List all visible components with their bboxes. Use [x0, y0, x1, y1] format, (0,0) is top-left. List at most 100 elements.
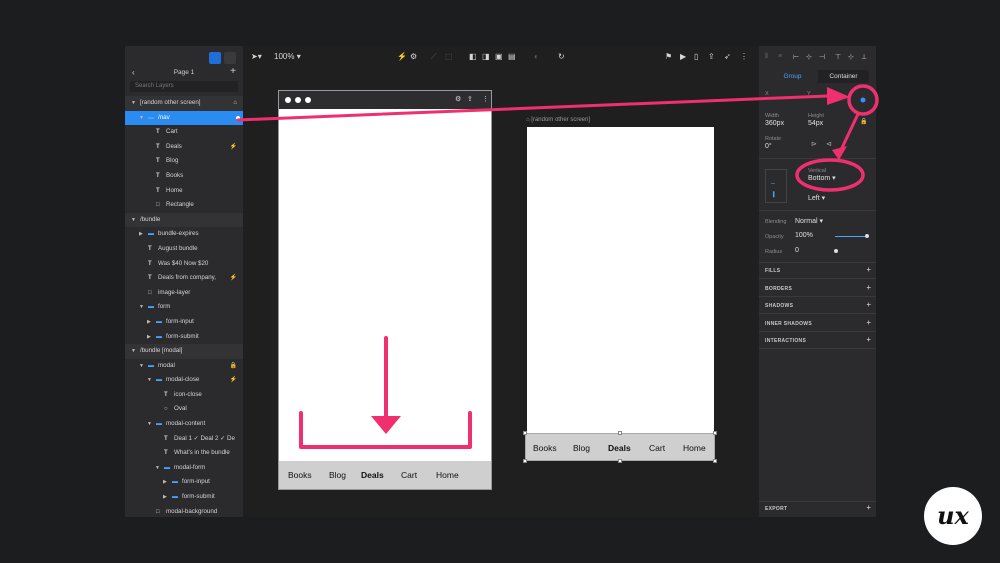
- gear-icon[interactable]: ⚙: [410, 52, 417, 62]
- pin-left-icon[interactable]: –: [771, 180, 775, 187]
- layer-row[interactable]: Ticon-close: [125, 388, 243, 403]
- rocket-icon[interactable]: ➶: [724, 52, 731, 62]
- add-export-icon[interactable]: +: [866, 504, 871, 512]
- resize-handle[interactable]: [618, 459, 622, 463]
- select-tool-icon[interactable]: ➤▾: [251, 52, 262, 62]
- horizontal-constraint-dropdown[interactable]: Left ▾: [808, 194, 825, 202]
- artboard-browser-preview[interactable]: ⚙ ⇪ ⋮ Books Blog Deals Cart Home: [278, 90, 492, 490]
- opacity-slider[interactable]: [835, 236, 867, 237]
- resize-handle[interactable]: [618, 431, 622, 435]
- layer-row[interactable]: □ Rectangle: [125, 198, 243, 213]
- align-center-icon[interactable]: ⊹: [806, 53, 812, 61]
- layer-row[interactable]: T Blog: [125, 154, 243, 169]
- layer-row[interactable]: ○ Oval: [125, 402, 243, 417]
- mask-icon[interactable]: ◐: [534, 52, 539, 62]
- group-icon[interactable]: ▣: [495, 52, 503, 62]
- zoom-level[interactable]: 100% ▾: [274, 52, 301, 62]
- more-menu-icon[interactable]: ⋮: [482, 95, 489, 103]
- artboard-random-other-screen[interactable]: [527, 127, 714, 460]
- bring-forward-icon[interactable]: ◧: [469, 52, 477, 62]
- refresh-icon[interactable]: ↻: [558, 52, 565, 62]
- gear-icon[interactable]: ⚙: [455, 95, 461, 103]
- phone-preview-icon[interactable]: ▯: [694, 52, 698, 62]
- caret-down-icon[interactable]: ▼: [155, 461, 160, 476]
- radius-input[interactable]: 0: [795, 247, 799, 254]
- section-interactions[interactable]: INTERACTIONS: [765, 338, 806, 344]
- layers-toggle-icon[interactable]: [209, 52, 221, 64]
- layer-row[interactable]: ▼ ▬ form: [125, 300, 243, 315]
- rotate-input[interactable]: 0°: [765, 143, 772, 150]
- pin-bottom-icon[interactable]: ▍: [773, 192, 777, 198]
- distribute-icon[interactable]: ≡: [778, 53, 782, 60]
- frame-icon[interactable]: ⬚: [445, 52, 453, 62]
- align-right-icon[interactable]: ⊣: [819, 53, 825, 61]
- add-section-icon[interactable]: +: [866, 318, 871, 327]
- nav-item-books[interactable]: Books: [533, 443, 557, 453]
- distribute-icon[interactable]: ⫴: [765, 53, 768, 61]
- nav-item-blog[interactable]: Blog: [573, 443, 590, 453]
- caret-down-icon[interactable]: ▼: [131, 96, 136, 111]
- add-section-icon[interactable]: +: [866, 301, 871, 309]
- layer-row[interactable]: □ image-layer: [125, 286, 243, 301]
- caret-down-icon[interactable]: ▼: [139, 359, 144, 374]
- nav-item-cart[interactable]: Cart: [649, 443, 665, 453]
- link-icon[interactable]: ⟋: [431, 52, 437, 62]
- layer-row[interactable]: T Books: [125, 169, 243, 184]
- section-inner-shadows[interactable]: INNER SHADOWS: [765, 321, 812, 327]
- resize-handle[interactable]: [713, 431, 717, 435]
- resize-handle[interactable]: [523, 459, 527, 463]
- nav-item-deals[interactable]: Deals: [608, 443, 631, 453]
- share-icon[interactable]: ⇪: [708, 52, 715, 62]
- align-left-icon[interactable]: ⊢: [793, 53, 799, 61]
- send-backward-icon[interactable]: ◨: [482, 52, 490, 62]
- layer-row[interactable]: ▶ ▬ form-submit: [125, 330, 243, 345]
- add-section-icon[interactable]: +: [866, 283, 871, 292]
- layer-row[interactable]: ▶ ▬ bundle-expires: [125, 227, 243, 242]
- section-shadows[interactable]: SHADOWS: [765, 303, 793, 309]
- caret-down-icon[interactable]: ▼: [139, 300, 144, 315]
- align-bottom-icon[interactable]: ⊥: [861, 53, 867, 61]
- lock-icon[interactable]: 🔒: [860, 118, 867, 125]
- vertical-constraint-dropdown[interactable]: Bottom ▾: [808, 174, 836, 182]
- page-selector[interactable]: ‹ Page 1 +: [125, 66, 243, 80]
- caret-down-icon[interactable]: ▼: [147, 417, 152, 432]
- flag-icon[interactable]: ⚑: [665, 52, 672, 62]
- caret-down-icon[interactable]: ▼: [131, 344, 136, 359]
- layer-row[interactable]: ▼ ▬ /nav: [125, 110, 243, 126]
- opacity-input[interactable]: 100%: [795, 232, 813, 239]
- flip-horizontal-icon[interactable]: ⊳: [811, 140, 817, 148]
- assets-toggle-icon[interactable]: [224, 52, 236, 64]
- search-layers-input[interactable]: Search Layers: [130, 81, 238, 92]
- section-fills[interactable]: FILLS: [765, 268, 780, 274]
- artboard-label[interactable]: ⌂ [random other screen]: [526, 117, 590, 123]
- nav-item-books[interactable]: Books: [288, 470, 312, 480]
- flip-vertical-icon[interactable]: ⊲: [826, 140, 832, 148]
- layer-row[interactable]: T Home: [125, 184, 243, 199]
- caret-right-icon[interactable]: ▶: [139, 227, 143, 242]
- align-middle-icon[interactable]: ⊹: [848, 53, 854, 61]
- opacity-slider-knob[interactable]: [865, 234, 869, 238]
- caret-right-icon[interactable]: ▶: [163, 475, 167, 490]
- caret-right-icon[interactable]: ▶: [163, 490, 167, 505]
- layer-row[interactable]: ▼ ▬ modal-content: [125, 417, 243, 432]
- layer-row[interactable]: ▼ ▬ modal-close ⚡: [125, 373, 243, 388]
- caret-down-icon[interactable]: ▼: [147, 373, 152, 388]
- layer-row[interactable]: T Deals from company, ⚡: [125, 271, 243, 286]
- layer-row[interactable]: ▶ ▬ form-input: [125, 475, 243, 490]
- layer-row[interactable]: ▶ ▬ form-input: [125, 315, 243, 330]
- layer-row[interactable]: ▼ [random other screen] ⌂: [125, 96, 243, 111]
- caret-down-icon[interactable]: ▼: [139, 111, 144, 126]
- layer-row[interactable]: T What's in the bundle: [125, 446, 243, 461]
- nav-item-deals[interactable]: Deals: [361, 470, 384, 480]
- radius-slider-knob[interactable]: [834, 249, 838, 253]
- nav-item-cart[interactable]: Cart: [401, 470, 417, 480]
- add-page-icon[interactable]: +: [230, 66, 236, 77]
- width-input[interactable]: 360px: [765, 120, 784, 127]
- blending-dropdown[interactable]: Normal ▾: [795, 217, 823, 225]
- section-borders[interactable]: BORDERS: [765, 286, 792, 292]
- nav-item-blog[interactable]: Blog: [329, 470, 346, 480]
- layer-row[interactable]: ▼ ▬ modal-form: [125, 461, 243, 476]
- share-icon[interactable]: ⇪: [467, 95, 473, 103]
- resize-handle[interactable]: [523, 431, 527, 435]
- layer-row[interactable]: ▼ ▬ modal 🔒: [125, 359, 243, 374]
